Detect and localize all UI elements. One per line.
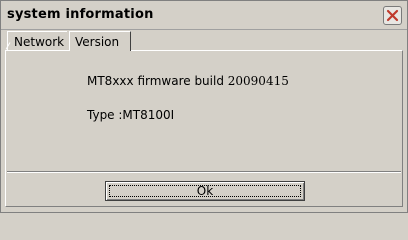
button-separator xyxy=(7,171,401,173)
window-title: system information xyxy=(7,7,154,22)
device-type-text: Type :MT8100I xyxy=(87,108,175,122)
close-icon xyxy=(386,9,399,22)
tab-version-label: Version xyxy=(75,35,120,49)
tab-version[interactable]: Version xyxy=(69,31,131,51)
ok-button[interactable]: Ok xyxy=(105,181,305,201)
tab-network-label: Network xyxy=(14,35,65,49)
firmware-prefix: MT8xxx firmware build xyxy=(87,74,228,88)
close-button[interactable] xyxy=(383,6,402,25)
system-information-dialog: system information Network Version MT8xx… xyxy=(0,0,408,213)
tab-network[interactable]: Network xyxy=(7,31,67,51)
title-bar[interactable]: system information xyxy=(1,1,407,30)
ok-button-label: Ok xyxy=(196,184,214,198)
firmware-build-number: 20090415 xyxy=(227,74,289,88)
firmware-build-text: MT8xxx firmware build 20090415 xyxy=(87,74,289,88)
